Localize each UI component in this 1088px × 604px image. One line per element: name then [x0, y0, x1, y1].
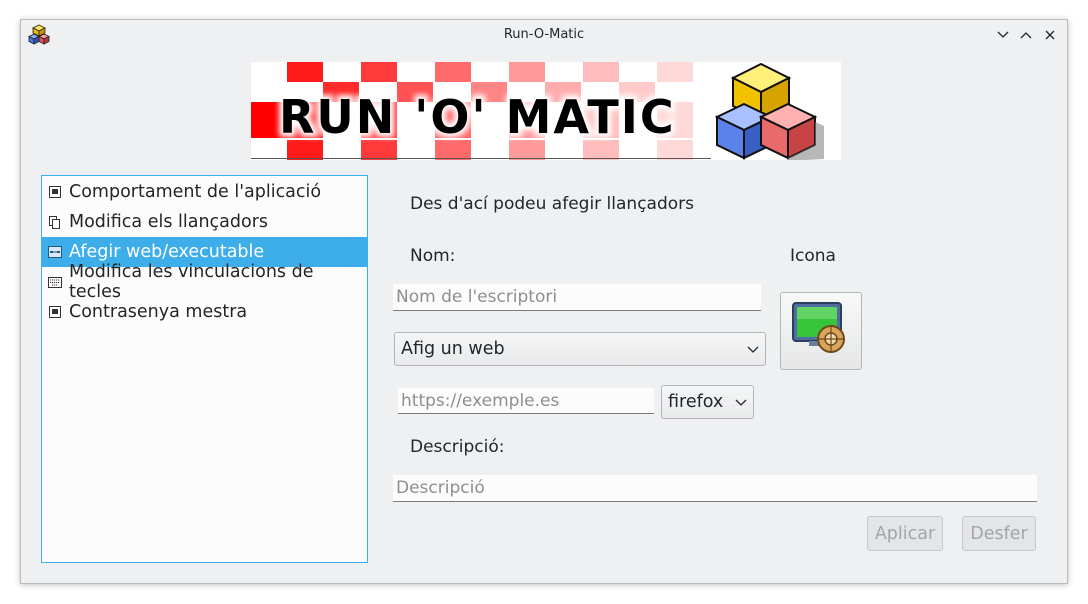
description-label: Descripció: — [410, 437, 505, 457]
window-title: Run-O-Matic — [503, 27, 585, 42]
undo-button[interactable]: Desfer — [962, 516, 1036, 551]
minimize-icon[interactable] — [993, 25, 1013, 45]
network-icon — [48, 245, 62, 259]
maximize-icon[interactable] — [1016, 25, 1036, 45]
sidebar-item-edit-launchers[interactable]: Modifica els llançadors — [42, 207, 367, 237]
copy-icon — [48, 215, 62, 229]
sidebar-item-label: Contrasenya mestra — [69, 302, 248, 322]
sidebar-item-keybindings[interactable]: Modifica les vinculacions de tecles — [42, 262, 367, 302]
sidebar-item-label: Afegir web/executable — [69, 242, 265, 262]
launcher-type-value: Afig un web — [401, 339, 505, 359]
url-input[interactable]: https://exemple.es — [398, 388, 654, 414]
icon-picker-button[interactable] — [780, 292, 862, 370]
web-launcher-icon — [789, 299, 853, 363]
name-input[interactable]: Nom de l'escriptori — [393, 284, 761, 311]
sidebar-item-label: Modifica els llançadors — [69, 212, 269, 232]
chevron-down-icon — [747, 339, 759, 359]
sidebar-item-master-password[interactable]: Contrasenya mestra — [42, 297, 367, 327]
svg-text:RUN 'O' MATIC: RUN 'O' MATIC — [279, 90, 676, 144]
title-bar[interactable]: Run-O-Matic — [21, 20, 1067, 50]
main-window: Run-O-Matic RUN 'O' MATIC RUN 'O' MATIC … — [20, 19, 1068, 584]
sidebar-item-label: Modifica les vinculacions de tecles — [69, 262, 314, 302]
chevron-down-icon — [735, 392, 747, 412]
browser-value: firefox — [668, 392, 724, 412]
sidebar-item-label: Comportament de l'aplicació — [69, 182, 322, 202]
browser-select[interactable]: firefox — [661, 385, 754, 419]
close-icon[interactable] — [1040, 25, 1060, 45]
icon-label: Icona — [790, 246, 836, 266]
description-input[interactable]: Descripció — [393, 475, 1037, 502]
keyboard-icon — [48, 275, 62, 289]
sidebar-item-behaviour[interactable]: Comportament de l'aplicació — [42, 177, 367, 207]
window-icon — [48, 185, 62, 199]
launcher-type-select[interactable]: Afig un web — [394, 332, 766, 366]
intro-text: Des d'ací podeu afegir llançadors — [410, 194, 694, 214]
banner-logo: RUN 'O' MATIC RUN 'O' MATIC — [251, 62, 841, 160]
name-label: Nom: — [410, 246, 456, 266]
apply-button[interactable]: Aplicar — [867, 516, 943, 551]
window-icon — [48, 305, 62, 319]
settings-sidebar: Comportament de l'aplicació Modifica els… — [41, 175, 368, 563]
